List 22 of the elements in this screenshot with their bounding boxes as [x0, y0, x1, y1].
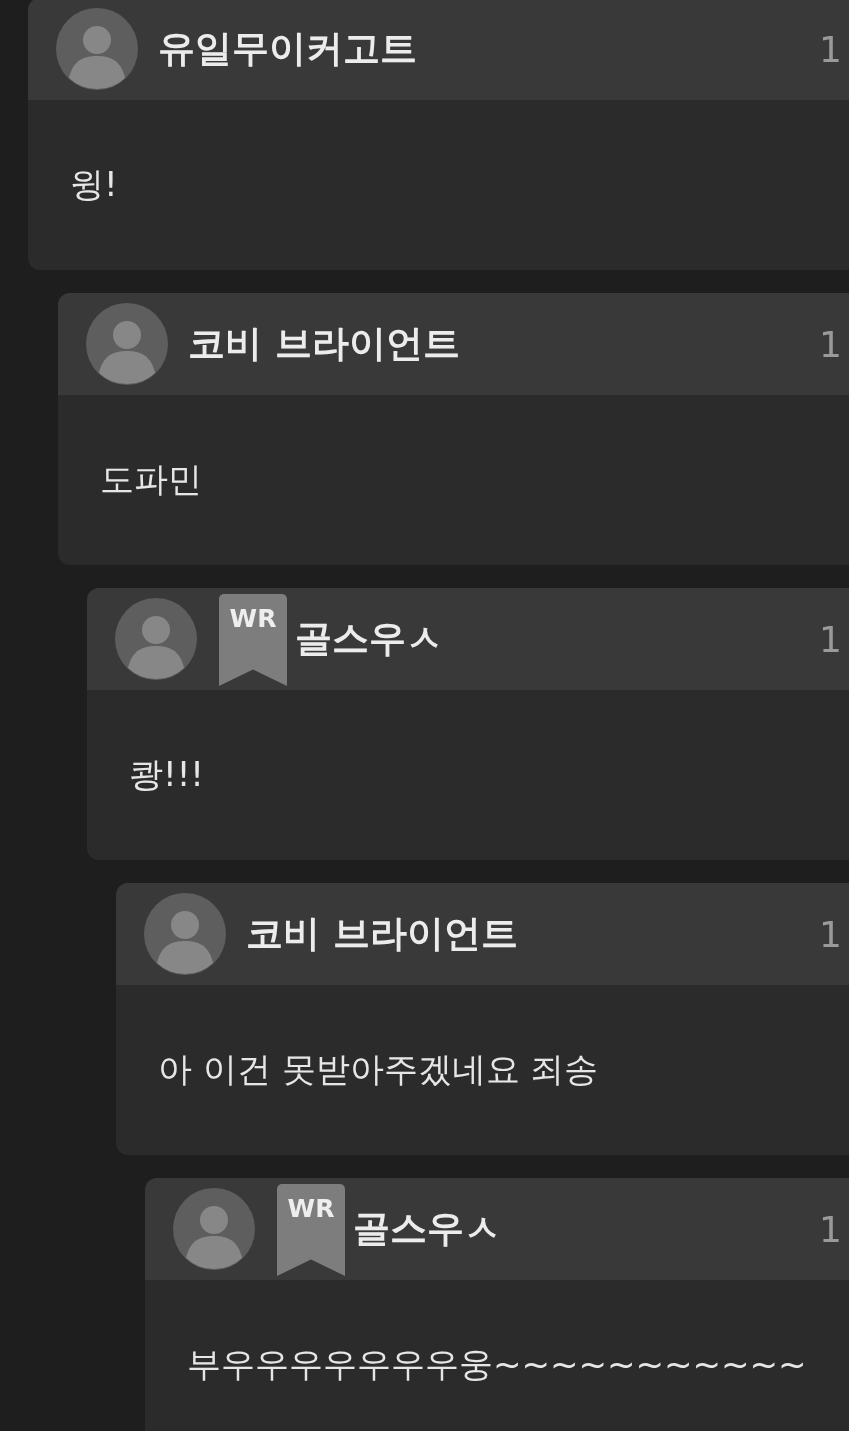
comment-text: 도파민 — [100, 458, 202, 501]
comment-time: 1 — [819, 618, 842, 660]
comment-time: 1 — [819, 1208, 842, 1250]
avatar-icon — [56, 8, 138, 90]
author-name: 골스우ㅅ — [295, 616, 443, 662]
comment-text: 아 이건 못받아주겠네요 죄송 — [158, 1048, 599, 1091]
avatar-icon — [144, 893, 226, 975]
author-badge: WR — [219, 594, 287, 686]
comment-text: 쾅!!! — [129, 753, 204, 796]
author-badge: WR — [277, 1184, 345, 1276]
comment-time: 1 — [819, 913, 842, 955]
avatar-icon — [115, 598, 197, 680]
author-name: 코비 브라이언트 — [246, 911, 518, 957]
comment-text: 윙! — [70, 163, 118, 206]
avatar-icon — [173, 1188, 255, 1270]
author-name: 코비 브라이언트 — [188, 321, 460, 367]
author-name: 골스우ㅅ — [353, 1206, 501, 1252]
author-name: 유일무이커고트 — [158, 26, 417, 72]
avatar-icon — [86, 303, 168, 385]
comment-time: 1 — [819, 28, 842, 70]
comment-time: 1 — [819, 323, 842, 365]
comment-text: 부우우우우우우우웅~~~~~~~~~~~ — [187, 1343, 807, 1386]
